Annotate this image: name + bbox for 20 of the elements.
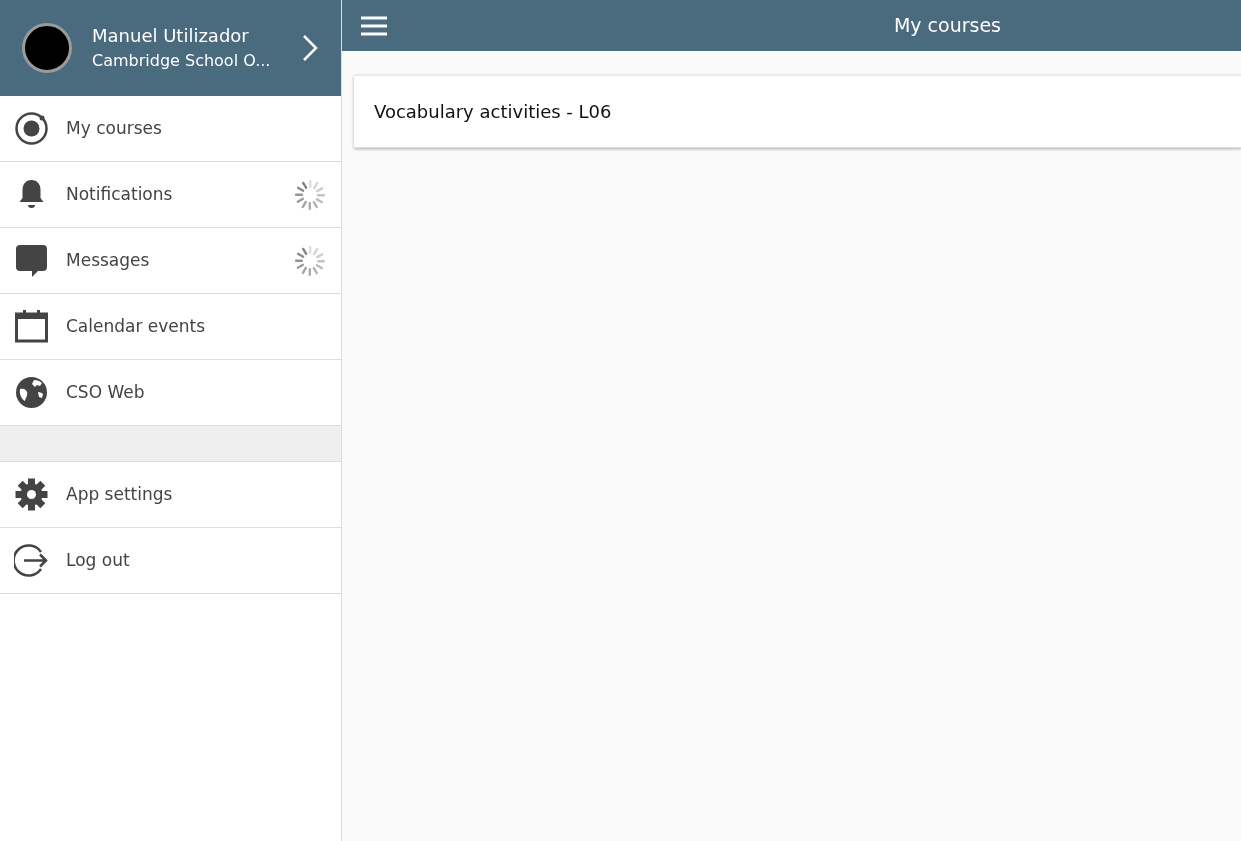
chevron-icon [301,33,319,63]
user-header[interactable]: Manuel Utilizador Cambridge School O... [0,0,341,96]
courses-icon [14,111,49,146]
page-title: My courses [893,13,1001,39]
avatar [22,23,72,73]
menu-item[interactable]: App settings [0,462,341,528]
site-name: Cambridge School O... [92,49,272,72]
user-name: Manuel Utilizador [92,24,250,49]
course-item[interactable]: Vocabulary activities - L06 [354,76,1241,148]
menu-item[interactable]: Calendar events [0,294,341,360]
globe-icon [14,375,49,410]
calendar-icon [14,309,49,344]
menu-icon[interactable] [360,14,388,37]
chat-bubble-icon [14,243,49,278]
menu-item[interactable]: Notifications [0,162,341,228]
logout-icon [14,543,49,578]
menu-item[interactable]: Messages [0,228,341,294]
menu-item[interactable]: My courses [0,96,341,162]
gear-icon [14,477,49,512]
menu-item[interactable]: Log out [0,528,341,594]
